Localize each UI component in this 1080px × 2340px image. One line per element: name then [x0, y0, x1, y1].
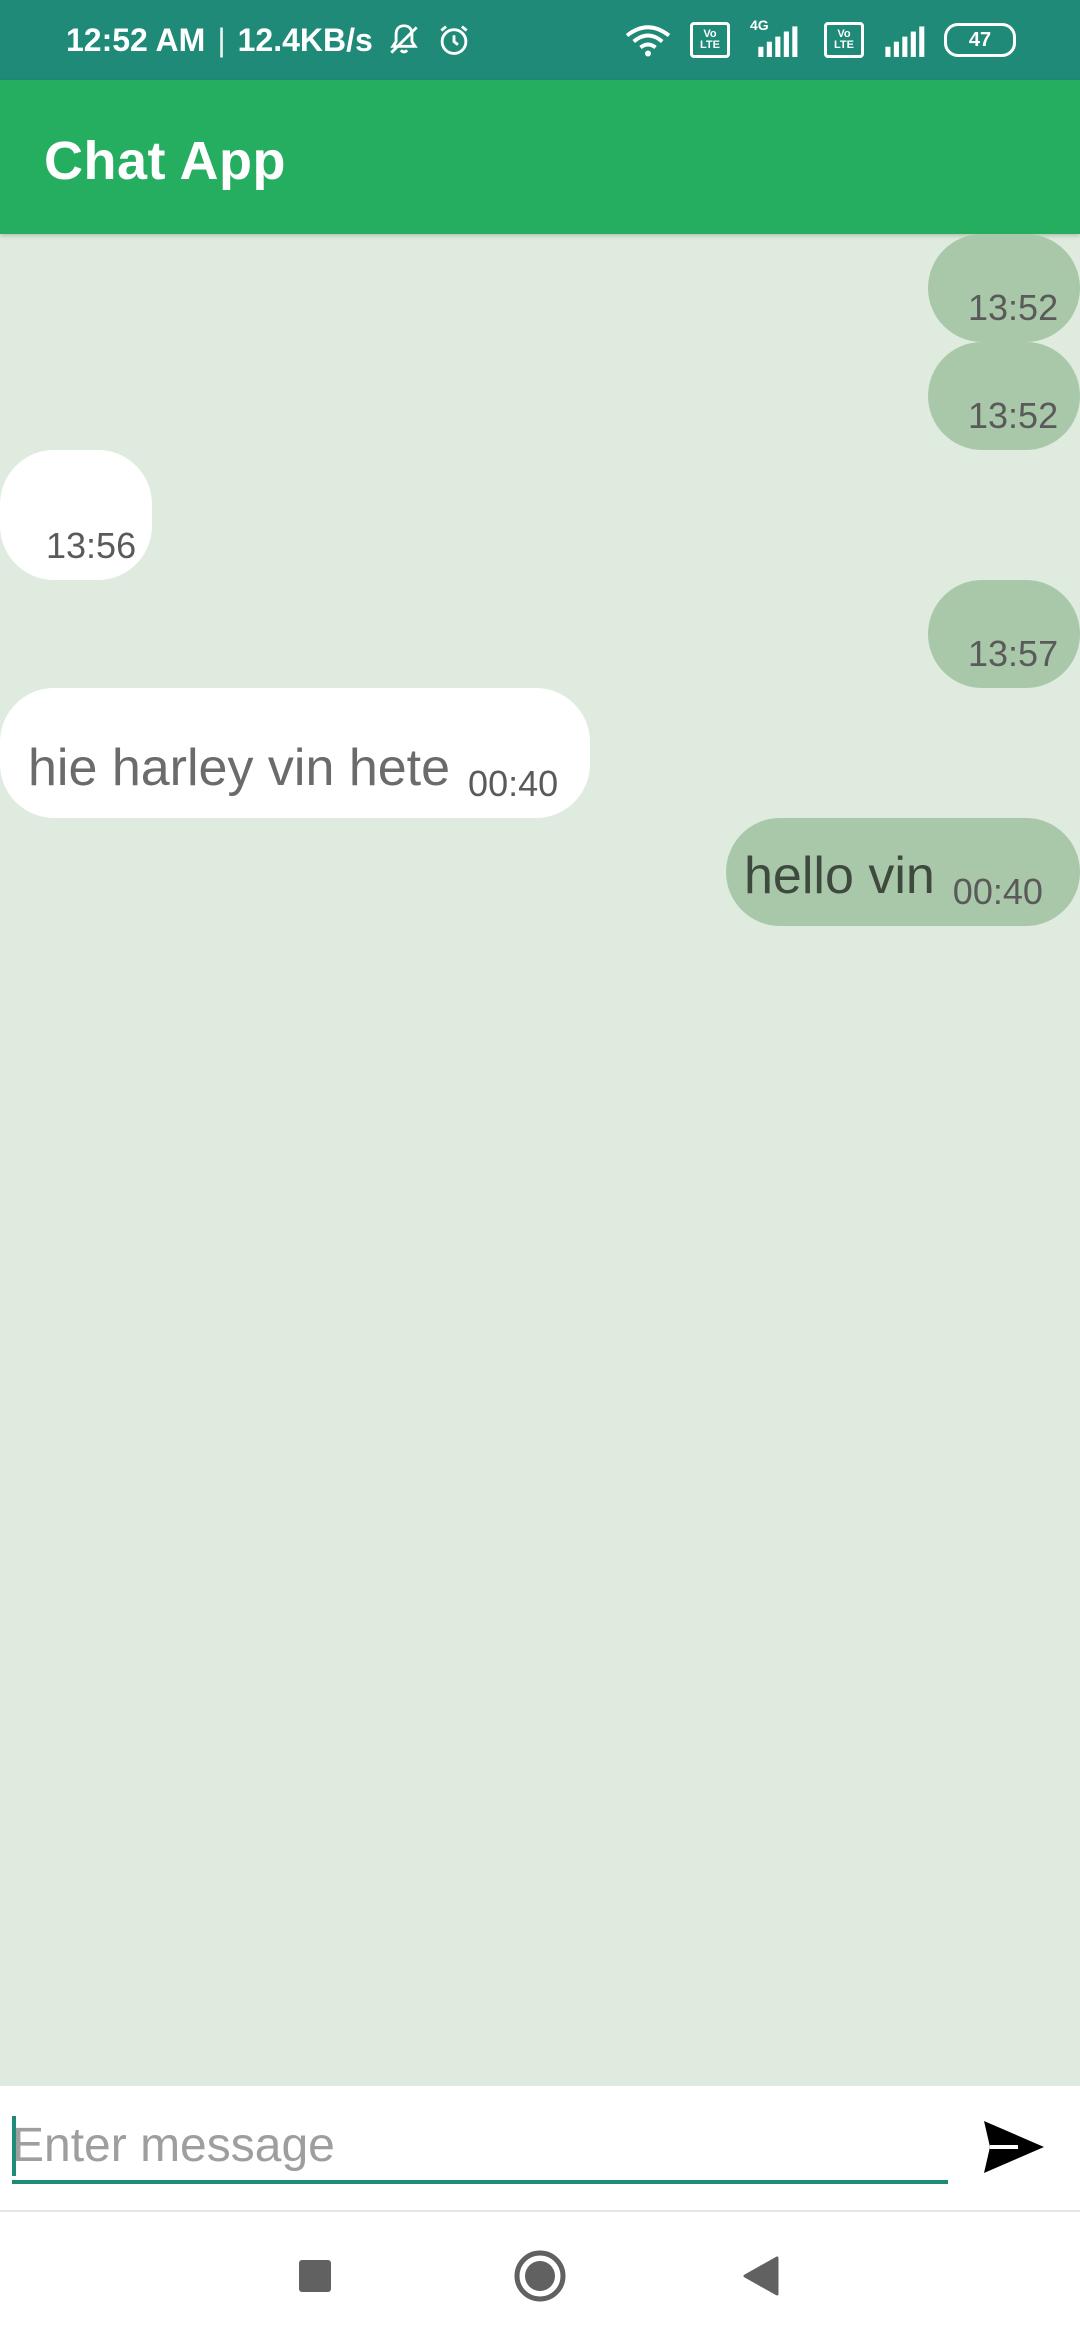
message-bubble-sent[interactable]: hello vin 00:40: [726, 818, 1080, 926]
message-bubble-received[interactable]: 13:56: [0, 450, 152, 580]
app-title: Chat App: [44, 131, 286, 191]
status-bar: 12:52 AM | 12.4KB/s Vo LTE 4G Vo LTE 47: [0, 0, 1080, 80]
message-time: 13:56: [46, 525, 137, 566]
status-right: Vo LTE 4G Vo LTE 47: [624, 0, 1016, 80]
wifi-icon: [624, 21, 672, 59]
volte-bottom-label: LTE: [700, 39, 720, 51]
message-time: 13:52: [968, 287, 1059, 328]
send-icon: [984, 2121, 1044, 2173]
recents-square-icon: [299, 2260, 331, 2292]
message-text: hello vin: [744, 847, 935, 905]
home-circle-icon: [514, 2250, 566, 2302]
send-button[interactable]: [976, 2112, 1052, 2182]
status-left: 12:52 AM | 12.4KB/s: [66, 0, 473, 80]
back-triangle-icon: [743, 2256, 779, 2296]
status-time: 12:52 AM: [66, 21, 206, 58]
navigation-bar: [0, 2212, 1080, 2340]
back-button[interactable]: [724, 2240, 796, 2312]
volte-icon: Vo LTE: [690, 22, 730, 58]
message-bubble-sent[interactable]: 13:52: [928, 342, 1080, 450]
network-speed: 12.4KB/s: [237, 21, 373, 58]
text-cursor: [12, 2116, 16, 2176]
message-text: hie harley vin hete: [28, 739, 451, 797]
battery-level: 47: [968, 28, 992, 51]
mute-notifications-icon: [385, 21, 423, 59]
network-type-label: 4G: [750, 17, 769, 33]
message-bubble-received[interactable]: hie harley vin hete 00:40: [0, 688, 590, 818]
recents-button[interactable]: [279, 2240, 351, 2312]
message-input-bar: [0, 2086, 1080, 2210]
message-bubble-sent[interactable]: 13:57: [928, 580, 1080, 688]
signal-icon: 4G: [748, 17, 806, 57]
home-button[interactable]: [504, 2240, 576, 2312]
message-time: 13:57: [968, 633, 1059, 674]
message-time: 00:40: [952, 871, 1043, 912]
volte-bottom-label-2: LTE: [834, 39, 854, 51]
chat-list[interactable]: 13:52 13:52 13:56 13:57 hie harley vin h…: [0, 234, 1080, 2086]
message-time: 13:52: [968, 395, 1059, 436]
battery-icon: 47: [944, 23, 1016, 57]
message-bubble-sent[interactable]: 13:52: [928, 234, 1080, 342]
status-separator: |: [217, 21, 226, 58]
app-bar: Chat App: [0, 80, 1080, 234]
alarm-icon: [435, 21, 473, 59]
message-input[interactable]: [12, 2110, 948, 2184]
signal-icon-2: [882, 23, 926, 57]
volte-icon-2: Vo LTE: [824, 22, 864, 58]
message-time: 00:40: [468, 763, 559, 804]
